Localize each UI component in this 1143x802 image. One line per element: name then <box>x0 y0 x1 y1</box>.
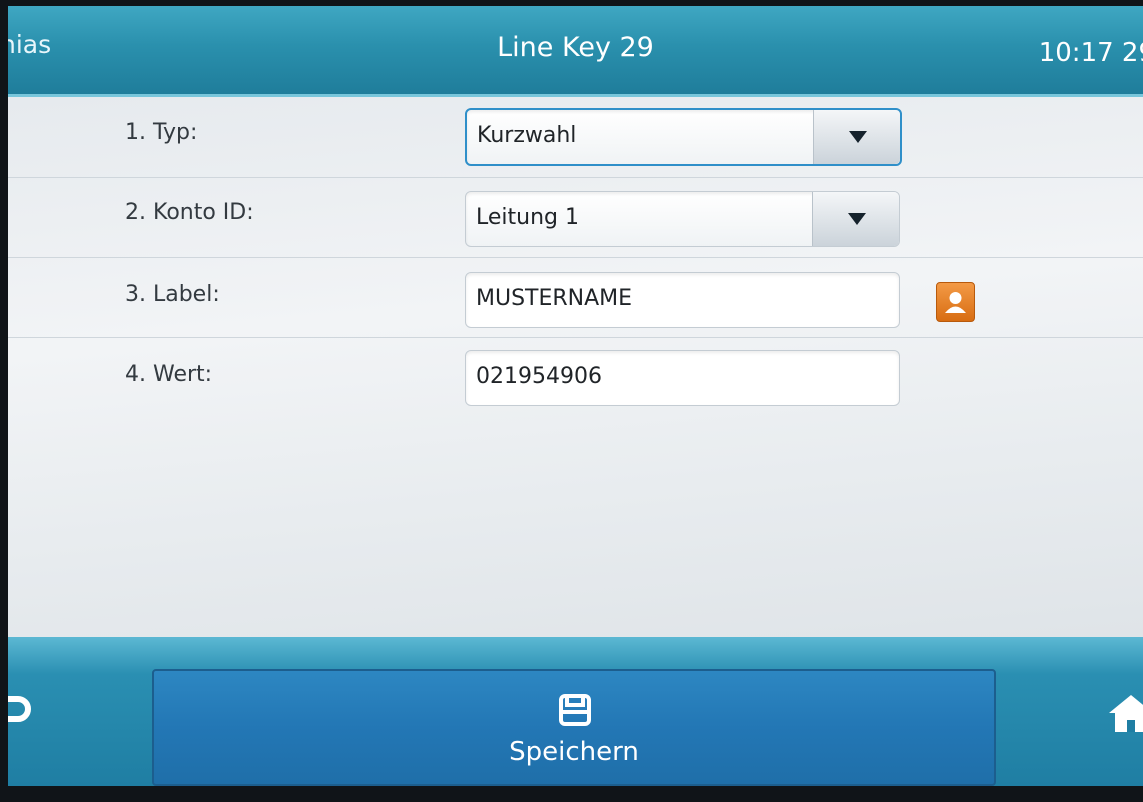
dropdown-arrow-icon <box>849 131 867 143</box>
floppy-disk-icon <box>559 694 591 726</box>
page-title: Line Key 29 <box>497 32 654 63</box>
row-type: 1. Typ: Kurzwahl <box>8 97 1143 178</box>
label-input[interactable]: MUSTERNAME <box>465 272 900 328</box>
label-label: 3. Label: <box>125 282 220 307</box>
account-dropdown-button[interactable] <box>812 192 899 246</box>
value-label: 4. Wert: <box>125 362 213 387</box>
value-input[interactable]: 021954906 <box>465 350 900 406</box>
contact-directory-button[interactable] <box>936 282 975 322</box>
back-arrow-icon <box>8 696 31 722</box>
contact-directory-icon <box>945 292 966 313</box>
type-dropdown-button[interactable] <box>813 110 900 164</box>
home-button[interactable] <box>1103 689 1143 739</box>
back-button[interactable] <box>8 689 34 729</box>
value-value: 021954906 <box>476 364 602 389</box>
label-value: MUSTERNAME <box>476 286 633 311</box>
row-label: 3. Label: MUSTERNAME <box>8 257 1143 338</box>
title-bar: nias Line Key 29 10:17 29 <box>8 6 1143 97</box>
type-label: 1. Typ: <box>125 120 198 145</box>
save-label: Speichern <box>509 737 639 767</box>
clock: 10:17 29 <box>1038 38 1143 68</box>
type-value: Kurzwahl <box>477 123 577 148</box>
row-value: 4. Wert: 021954906 <box>8 337 1143 417</box>
softkey-bar: Speichern <box>8 637 1143 786</box>
type-dropdown[interactable]: Kurzwahl <box>465 108 902 166</box>
row-account: 2. Konto ID: Leitung 1 <box>8 177 1143 258</box>
phone-screen: nias Line Key 29 10:17 29 1. Typ: Kurzwa… <box>8 6 1143 786</box>
account-label: 2. Konto ID: <box>125 200 254 225</box>
save-button[interactable]: Speichern <box>152 669 996 786</box>
dropdown-arrow-icon <box>848 213 866 225</box>
home-icon <box>1109 695 1143 732</box>
account-value: Leitung 1 <box>476 205 579 230</box>
form-area: 1. Typ: Kurzwahl 2. Konto ID: Leitung 1 … <box>8 97 1143 637</box>
account-dropdown[interactable]: Leitung 1 <box>465 191 900 247</box>
